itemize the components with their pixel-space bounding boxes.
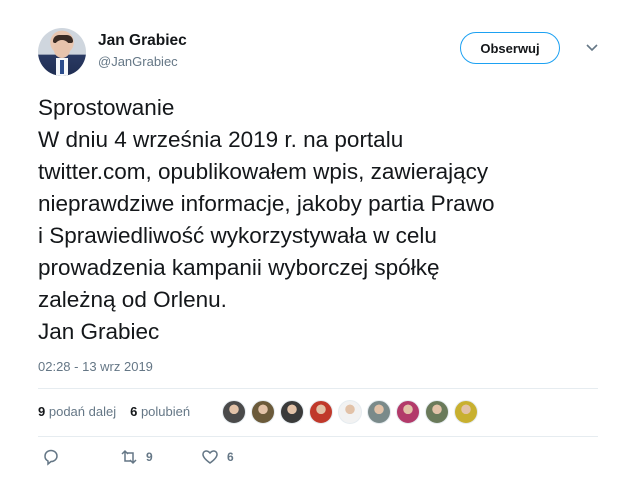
tweet-line: prowadzenia kampanii wyborczej spółkę <box>38 255 440 280</box>
liker-avatar-9[interactable] <box>454 400 478 424</box>
retweets-count: 9 <box>38 404 46 419</box>
liker-avatar-4[interactable] <box>309 400 333 424</box>
chevron-down-icon[interactable] <box>585 40 599 54</box>
like-button[interactable]: 6 <box>201 448 234 466</box>
retweet-button[interactable]: 9 <box>120 448 153 466</box>
reply-icon <box>44 449 58 466</box>
tweet-header: Jan Grabiec @JanGrabiec Obserwuj <box>38 28 608 78</box>
tweet-text: Sprostowanie W dniu 4 września 2019 r. n… <box>38 92 608 348</box>
liker-avatar-3[interactable] <box>280 400 304 424</box>
tweet-line: nieprawdziwe informacje, jakoby partia P… <box>38 191 495 216</box>
tweet-line: zależną od Orlenu. <box>38 287 227 312</box>
author-avatar[interactable] <box>38 28 86 76</box>
author-handle[interactable]: @JanGrabiec <box>98 54 178 69</box>
author-display-name[interactable]: Jan Grabiec <box>98 32 187 50</box>
retweet-count: 9 <box>146 450 153 464</box>
tweet-stats: 9 podań dalej 6 polubień <box>38 404 190 419</box>
retweets-stat[interactable]: 9 podań dalej <box>38 404 116 419</box>
liker-avatar-7[interactable] <box>396 400 420 424</box>
liker-avatar-1[interactable] <box>222 400 246 424</box>
liker-avatar-2[interactable] <box>251 400 275 424</box>
divider <box>38 388 598 389</box>
tweet-line: i Sprawiedliwość wykorzystywała w celu <box>38 223 437 248</box>
tweet-line: Sprostowanie <box>38 95 175 120</box>
tweet-timestamp[interactable]: 02:28 - 13 wrz 2019 <box>38 359 153 374</box>
reply-button[interactable] <box>42 448 60 466</box>
like-count: 6 <box>227 450 234 464</box>
likes-label: polubień <box>140 404 191 419</box>
tweet-line: twitter.com, opublikowałem wpis, zawiera… <box>38 159 489 184</box>
liker-avatars <box>222 400 478 424</box>
heart-icon <box>202 450 218 464</box>
divider <box>38 436 598 437</box>
liker-avatar-5[interactable] <box>338 400 362 424</box>
likes-count: 6 <box>130 404 138 419</box>
retweet-icon <box>121 449 137 465</box>
liker-avatar-8[interactable] <box>425 400 449 424</box>
tweet-line: Jan Grabiec <box>38 319 160 344</box>
follow-button[interactable]: Obserwuj <box>460 32 560 64</box>
likes-stat[interactable]: 6 polubień <box>130 404 190 419</box>
liker-avatar-6[interactable] <box>367 400 391 424</box>
tweet-line: W dniu 4 września 2019 r. na portalu <box>38 127 404 152</box>
retweets-label: podań dalej <box>48 404 117 419</box>
